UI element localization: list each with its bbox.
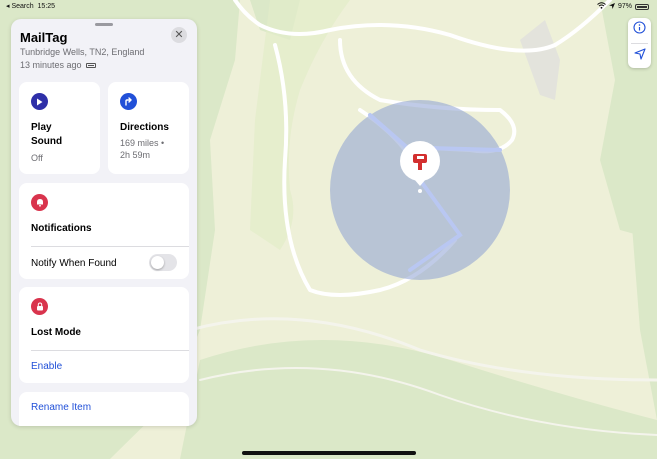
back-to-search-link[interactable]: ◂ Search (6, 3, 34, 10)
lost-mode-card: Lost Mode Enable (19, 287, 189, 383)
rename-item-card: Rename Item (19, 392, 189, 426)
directions-label: Directions (120, 122, 169, 133)
item-detail-panel: ✕ MailTag Tunbridge Wells, TN2, England … (11, 19, 197, 426)
directions-distance: 169 miles • 2h 59m (120, 138, 165, 160)
divider (31, 246, 189, 247)
notifications-title: Notifications (31, 223, 92, 234)
toggle-knob (151, 256, 164, 269)
item-name: MailTag (20, 30, 68, 45)
location-arrow-icon (608, 2, 615, 11)
arrow-turn-right-icon (120, 93, 137, 110)
item-location: Tunbridge Wells, TN2, England (20, 47, 145, 57)
status-bar: ◂ Search 15:25 97% (0, 0, 657, 12)
play-sound-button[interactable]: Play Sound Off (19, 82, 100, 174)
current-location-button[interactable] (628, 44, 651, 68)
rename-item-button[interactable]: Rename Item (31, 402, 91, 413)
enable-lost-mode-button[interactable]: Enable (31, 361, 62, 372)
play-sound-label: Play Sound (31, 122, 63, 147)
notify-when-found-label: Notify When Found (31, 258, 117, 269)
notify-when-found-toggle[interactable] (149, 254, 177, 271)
wifi-icon (597, 2, 606, 11)
info-icon (633, 21, 646, 39)
close-icon: ✕ (174, 29, 184, 41)
last-updated: 13 minutes ago (20, 60, 82, 70)
lost-mode-title: Lost Mode (31, 327, 81, 338)
status-time: 15:25 (37, 3, 56, 10)
close-button[interactable]: ✕ (171, 27, 187, 43)
directions-button[interactable]: Directions 169 miles • 2h 59m (108, 82, 189, 174)
play-sound-status: Off (31, 153, 43, 163)
battery-percentage: 97% (617, 3, 632, 10)
battery-icon (635, 3, 649, 10)
play-icon (31, 93, 48, 110)
lock-icon (31, 298, 48, 315)
divider (31, 350, 189, 351)
map-controls (628, 18, 651, 68)
location-arrow-icon (633, 47, 646, 65)
battery-icon (85, 62, 96, 68)
home-indicator[interactable] (242, 451, 416, 455)
sheet-grabber[interactable] (95, 23, 113, 26)
bell-icon (31, 194, 48, 211)
map-info-button[interactable] (628, 18, 651, 42)
notifications-card: Notifications Notify When Found (19, 183, 189, 279)
